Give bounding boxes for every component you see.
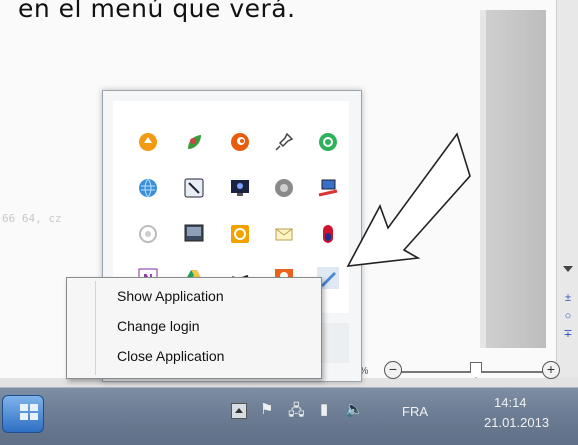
annotation-arrow-icon bbox=[346, 132, 471, 267]
